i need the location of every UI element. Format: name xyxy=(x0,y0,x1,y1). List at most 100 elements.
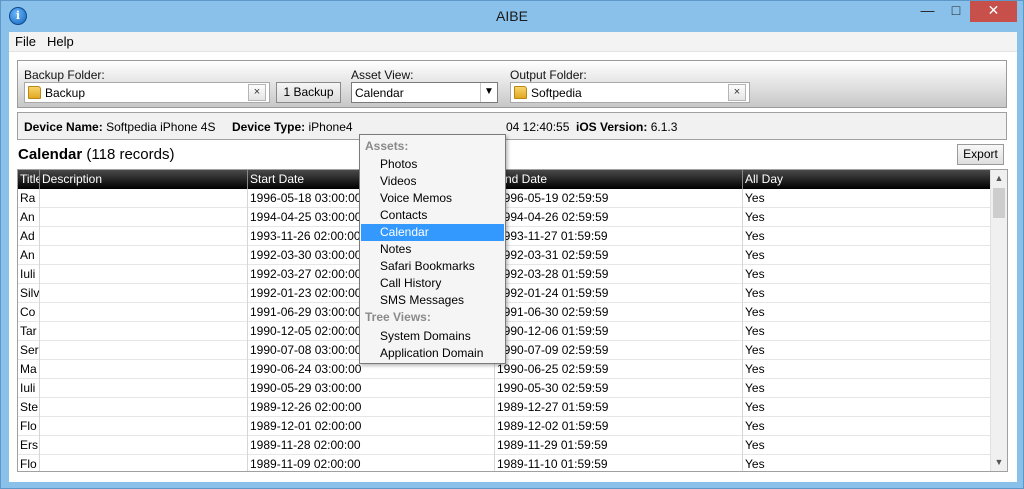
dropdown-item[interactable]: Photos xyxy=(361,156,504,173)
table-row[interactable]: Flo 1989-12-01 02:00:00 1989-12-02 01:59:5… xyxy=(18,417,991,436)
menu-help[interactable]: Help xyxy=(47,34,74,49)
table-cell: Yes xyxy=(743,322,991,341)
table-row[interactable]: Ers 1989-11-28 02:00:00 1989-11-29 01:59:5… xyxy=(18,436,991,455)
column-header[interactable]: Description xyxy=(40,170,248,189)
table-cell: Ser xyxy=(18,341,40,360)
dropdown-item[interactable]: Contacts xyxy=(361,207,504,224)
table-cell: Yes xyxy=(743,417,991,436)
table-cell: 1990-07-09 02:59:59 xyxy=(495,341,743,360)
table-row[interactable]: Iuli 1990-05-29 03:00:00 1990-05-30 02:59:… xyxy=(18,379,991,398)
table-cell: Yes xyxy=(743,455,991,471)
table-cell: Flo xyxy=(18,417,40,436)
table-cell: Iuli xyxy=(18,265,40,284)
dropdown-group-tree-views: Tree Views: xyxy=(365,310,431,324)
title-bar[interactable]: i AIBE — □ ✕ xyxy=(1,1,1023,32)
dropdown-item[interactable]: Voice Memos xyxy=(361,190,504,207)
table-cell xyxy=(40,284,248,303)
dropdown-item[interactable]: Calendar xyxy=(361,224,504,241)
dropdown-item[interactable]: Safari Bookmarks xyxy=(361,258,504,275)
output-folder-value: Softpedia xyxy=(531,86,582,100)
table-cell: Flo xyxy=(18,455,40,471)
records-count: (118 records) xyxy=(86,146,175,163)
scroll-down-icon[interactable]: ▼ xyxy=(991,454,1007,471)
ios-version: iOS Version: 6.1.3 xyxy=(576,120,677,134)
device-type-value: iPhone4 xyxy=(308,120,353,134)
table-cell: Ma xyxy=(18,360,40,379)
dropdown-item[interactable]: Notes xyxy=(361,241,504,258)
table-cell xyxy=(40,246,248,265)
export-button[interactable]: Export xyxy=(957,144,1004,165)
device-info-panel: Device Name: Softpedia iPhone 4S Device … xyxy=(17,112,1007,140)
device-name-value: Softpedia iPhone 4S xyxy=(106,120,216,134)
table-row[interactable]: Flo 1989-11-09 02:00:00 1989-11-10 01:59:5… xyxy=(18,455,991,471)
table-cell: Yes xyxy=(743,379,991,398)
table-cell: Tar xyxy=(18,322,40,341)
backup-date-fragment: 04 12:40:55 xyxy=(506,120,570,134)
clear-output-button[interactable]: × xyxy=(728,84,746,101)
backup-count-button[interactable]: 1 Backup xyxy=(276,82,341,103)
table-cell: An xyxy=(18,246,40,265)
menu-bar: File Help xyxy=(9,32,1017,52)
table-cell: 1990-06-25 02:59:59 xyxy=(495,360,743,379)
scroll-up-icon[interactable]: ▲ xyxy=(991,170,1007,187)
table-row[interactable]: Ste 1989-12-26 02:00:00 1989-12-27 01:59:5… xyxy=(18,398,991,417)
table-cell: Yes xyxy=(743,341,991,360)
asset-view-select[interactable]: Calendar ▼ xyxy=(351,82,498,103)
backup-folder-label: Backup Folder: xyxy=(24,68,105,82)
records-heading: Calendar (118 records) xyxy=(18,146,174,163)
table-cell: Yes xyxy=(743,398,991,417)
table-cell: 1989-11-28 02:00:00 xyxy=(248,436,495,455)
records-grid[interactable]: TitleDescriptionStart DateEnd DateAll Da… xyxy=(17,169,1008,472)
device-type-label: Device Type: xyxy=(232,120,306,134)
device-name: Device Name: Softpedia iPhone 4S xyxy=(24,120,215,134)
chevron-down-icon[interactable]: ▼ xyxy=(480,83,497,102)
client-area: File Help Backup Folder: Backup × 1 Back… xyxy=(9,32,1017,482)
table-cell: Yes xyxy=(743,360,991,379)
dropdown-item[interactable]: System Domains xyxy=(361,328,504,345)
table-cell: Co xyxy=(18,303,40,322)
maximize-button[interactable]: □ xyxy=(942,1,970,22)
table-cell: Yes xyxy=(743,227,991,246)
table-cell: Yes xyxy=(743,189,991,208)
app-window: i AIBE — □ ✕ File Help Backup Folder: Ba… xyxy=(0,0,1024,489)
table-cell: Yes xyxy=(743,208,991,227)
table-cell xyxy=(40,208,248,227)
table-cell: Ers xyxy=(18,436,40,455)
table-cell: Yes xyxy=(743,284,991,303)
backup-folder-value: Backup xyxy=(45,86,86,100)
column-header[interactable]: All Day xyxy=(743,170,991,189)
clear-backup-button[interactable]: × xyxy=(248,84,266,101)
table-cell: 1990-05-29 03:00:00 xyxy=(248,379,495,398)
output-folder-field[interactable]: Softpedia × xyxy=(510,82,750,103)
table-cell xyxy=(40,303,248,322)
ios-version-value: 6.1.3 xyxy=(650,120,678,134)
table-cell: An xyxy=(18,208,40,227)
folder-icon xyxy=(28,86,41,99)
menu-file[interactable]: File xyxy=(15,34,36,49)
backup-folder-field[interactable]: Backup × xyxy=(24,82,270,103)
dropdown-item[interactable]: Videos xyxy=(361,173,504,190)
dropdown-item[interactable]: SMS Messages xyxy=(361,292,504,309)
table-cell: 1992-03-31 02:59:59 xyxy=(495,246,743,265)
table-cell: 1989-11-09 02:00:00 xyxy=(248,455,495,471)
asset-view-dropdown: Assets: Photos Videos Voice Memos Contacts Ca… xyxy=(359,134,506,364)
table-cell xyxy=(40,322,248,341)
column-header[interactable]: Title xyxy=(18,170,40,189)
table-cell: 1996-05-19 02:59:59 xyxy=(495,189,743,208)
table-cell: 1994-04-26 02:59:59 xyxy=(495,208,743,227)
table-cell: Silv xyxy=(18,284,40,303)
table-cell: Ad xyxy=(18,227,40,246)
table-cell: Ra xyxy=(18,189,40,208)
table-cell xyxy=(40,265,248,284)
table-cell: 1989-11-29 01:59:59 xyxy=(495,436,743,455)
close-button[interactable]: ✕ xyxy=(970,1,1017,22)
minimize-button[interactable]: — xyxy=(913,1,942,22)
table-cell xyxy=(40,436,248,455)
column-header[interactable]: End Date xyxy=(495,170,743,189)
records-title: Calendar xyxy=(18,146,83,163)
table-cell: 1990-12-06 01:59:59 xyxy=(495,322,743,341)
vertical-scrollbar[interactable]: ▲ ▼ xyxy=(990,170,1007,471)
dropdown-item[interactable]: Application Domain xyxy=(361,345,504,362)
dropdown-item[interactable]: Call History xyxy=(361,275,504,292)
scroll-thumb[interactable] xyxy=(993,188,1005,218)
